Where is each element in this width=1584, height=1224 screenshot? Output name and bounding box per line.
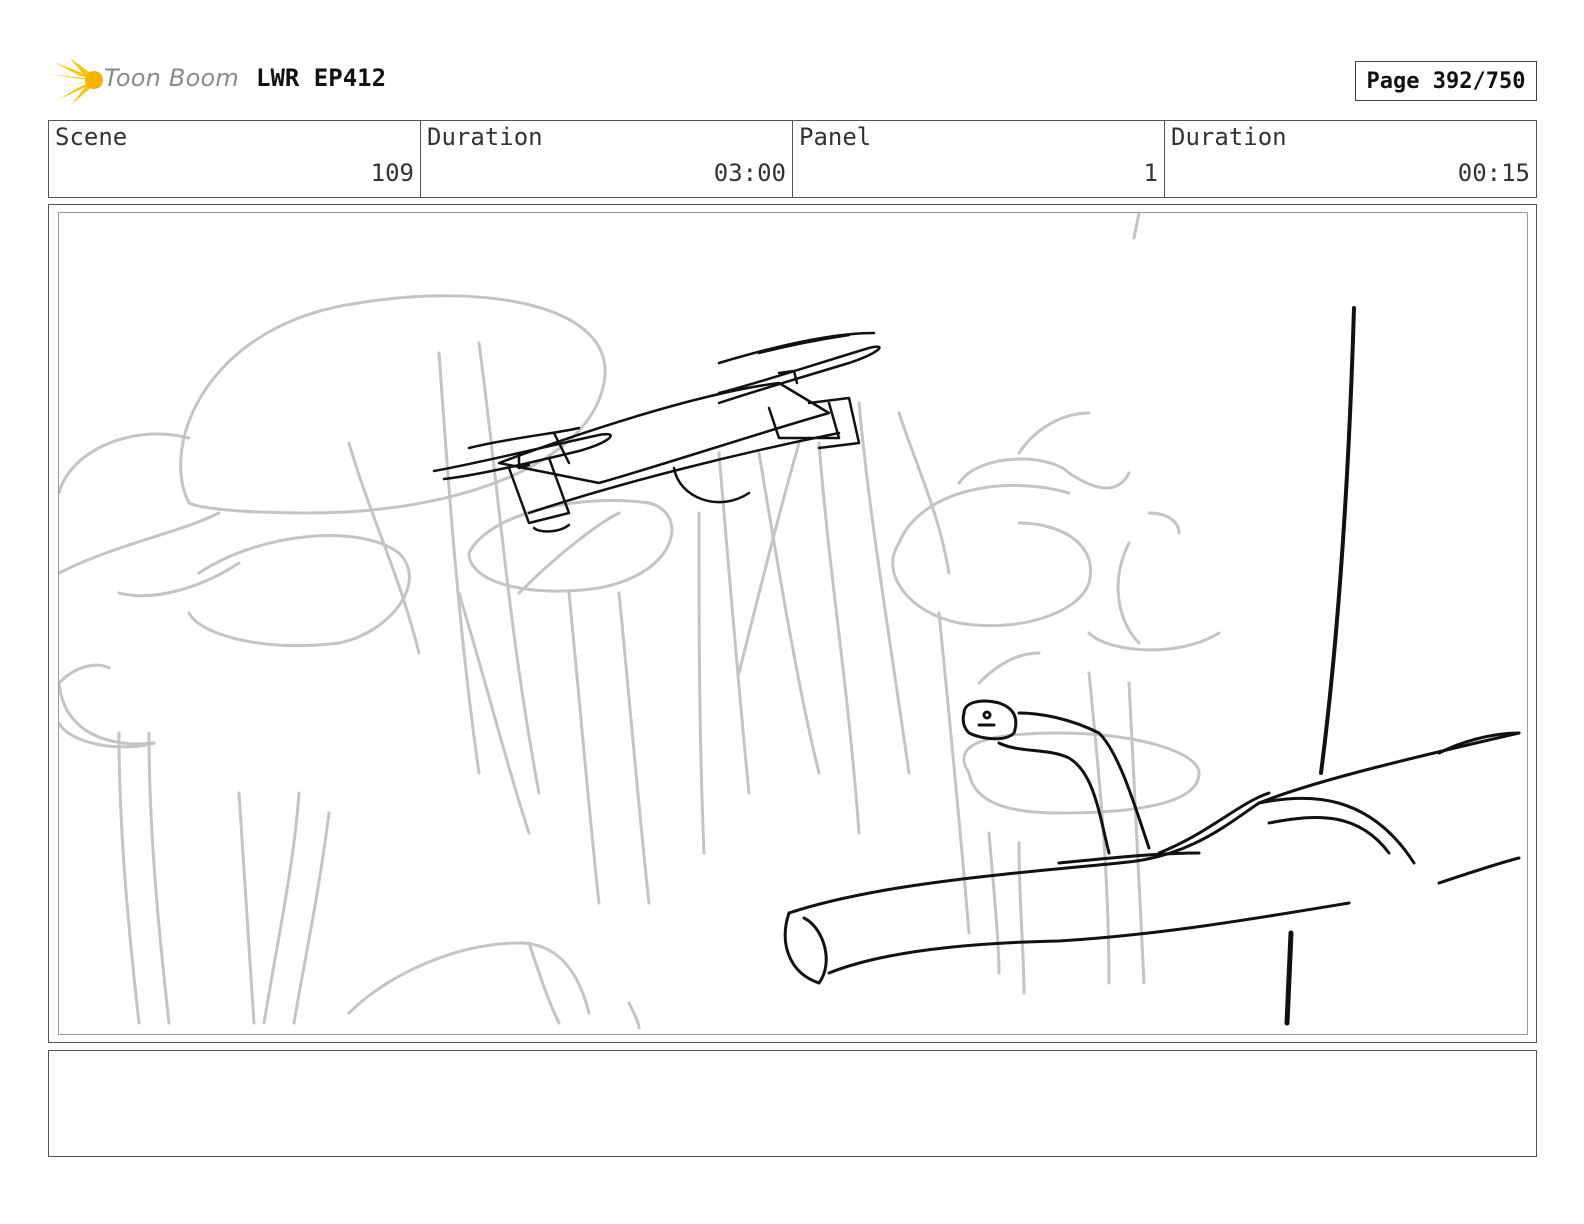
storyboard-sketch [59,213,1521,1030]
scene-duration-value: 03:00 [713,159,786,187]
panel-duration-value: 00:15 [1457,159,1530,187]
panel-value: 1 [1143,159,1158,187]
drone-sketch [432,331,881,533]
project-title: LWR EP412 [256,64,387,92]
storyboard-panel [58,212,1528,1035]
toon-boom-logo: Toon Boom [50,56,240,106]
logo-wordmark: Toon Boom [104,64,239,92]
scene-cell: Scene 109 [49,121,421,197]
page-counter: Page 392/750 [1355,61,1537,101]
branch-turtle-sketch [783,306,1521,1026]
panel-cell: Panel 1 [793,121,1165,197]
panel-duration-cell: Duration 00:15 [1165,121,1536,197]
info-table: Scene 109 Duration 03:00 Panel 1 Duratio… [48,120,1537,198]
panel-notes [48,1050,1537,1157]
background-trees-sketch [59,213,1221,1030]
scene-duration-label: Duration [427,123,543,151]
scene-label: Scene [55,123,128,151]
panel-duration-label: Duration [1171,123,1287,151]
scene-duration-cell: Duration 03:00 [421,121,793,197]
scene-value: 109 [370,159,414,187]
sunburst-icon [50,58,103,104]
panel-label: Panel [799,123,872,151]
